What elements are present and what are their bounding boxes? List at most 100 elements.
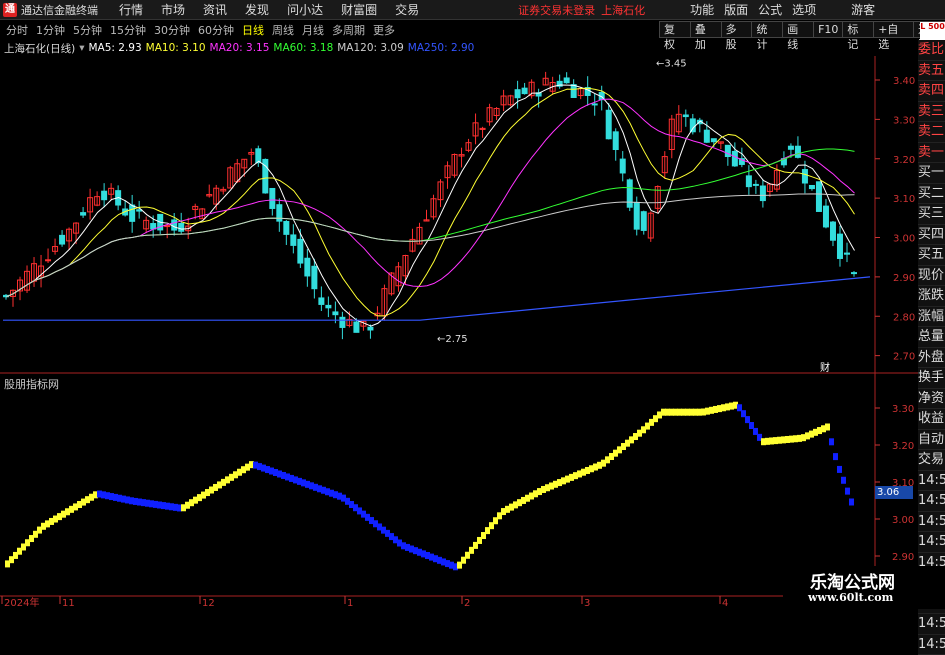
quote-row: 买一 — [918, 163, 945, 184]
indicator-step — [845, 488, 850, 495]
menu-layout[interactable]: 版面 — [724, 1, 748, 18]
toolbar-stats[interactable]: 统计 — [751, 21, 783, 38]
level2-badge[interactable]: L 500 — [920, 22, 945, 40]
candle-body — [753, 184, 758, 185]
login-notice[interactable]: 证券交易未登录 — [518, 2, 595, 18]
toolbar-overlay[interactable]: 叠加 — [690, 21, 722, 38]
candle-body — [354, 322, 359, 332]
menu-quotes[interactable]: 行情 — [119, 1, 143, 18]
candle-body — [333, 312, 338, 315]
chart-toolbar: 复权 叠加 多股 统计 画线 F10 标记 +自选 返回 — [660, 21, 945, 39]
low-price-label: ←2.75 — [437, 334, 468, 345]
candle-body — [592, 104, 597, 105]
candle-body — [711, 139, 716, 142]
indicator-step — [849, 498, 854, 505]
price-axis-label: 3.00 — [893, 234, 915, 245]
period-timeshare[interactable]: 分时 — [6, 22, 28, 38]
candle-body — [284, 221, 289, 234]
chevron-down-icon[interactable]: ▾ — [79, 42, 84, 54]
period-60min[interactable]: 60分钟 — [198, 22, 234, 38]
candle-body — [165, 226, 170, 227]
quote-row: 14:56 — [918, 512, 945, 533]
toolbar-f10[interactable]: F10 — [813, 21, 843, 38]
candle-body — [613, 132, 618, 150]
candle-body — [704, 130, 709, 142]
candle-body — [256, 149, 261, 163]
candle-body — [809, 185, 814, 188]
period-15min[interactable]: 15分钟 — [110, 22, 146, 38]
candle-body — [151, 224, 156, 229]
candle-body — [60, 235, 65, 244]
candle-body — [683, 115, 688, 117]
app-logo-icon: 通 — [3, 3, 17, 17]
candle-body — [522, 88, 527, 93]
candle-body — [746, 176, 751, 187]
date-label: 3 — [584, 598, 590, 609]
quote-row: 卖五 — [918, 61, 945, 82]
candle-body — [606, 110, 611, 138]
date-label: 12 — [202, 598, 215, 609]
toolbar-mark[interactable]: 标记 — [842, 21, 874, 38]
menu-trade[interactable]: 交易 — [395, 1, 419, 18]
candle-body — [564, 78, 569, 83]
candle-body — [851, 273, 856, 274]
price-axis-label: 2.90 — [893, 273, 915, 284]
candle-body — [319, 298, 324, 304]
indicator-axis-label: 3.30 — [892, 404, 914, 415]
candle-body — [515, 90, 520, 98]
quote-row: 卖四 — [918, 81, 945, 102]
menu-bar: 通 通达信金融终端 行情 市场 资讯 发现 问小达 财富圈 交易 证券交易未登录… — [0, 0, 945, 20]
candle-body — [298, 239, 303, 263]
period-multi[interactable]: 多周期 — [332, 22, 365, 38]
menu-formula[interactable]: 公式 — [758, 1, 782, 18]
period-30min[interactable]: 30分钟 — [154, 22, 190, 38]
candle-body — [627, 180, 632, 207]
current-value-tag: 3.06 — [875, 486, 913, 499]
menu-market[interactable]: 市场 — [161, 1, 185, 18]
toolbar-adjust[interactable]: 复权 — [659, 21, 691, 38]
candle-body — [795, 146, 800, 157]
menu-ask[interactable]: 问小达 — [287, 1, 323, 18]
guest-button[interactable]: 游客 — [851, 1, 875, 18]
indicator-step — [841, 477, 846, 484]
high-price-label: ←3.45 — [656, 58, 687, 69]
toolbar-draw[interactable]: 画线 — [782, 21, 814, 38]
candle-body — [571, 85, 576, 98]
candle-body — [830, 222, 835, 240]
candle-body — [326, 305, 331, 307]
candle-body — [816, 182, 821, 212]
indicator-step — [833, 453, 838, 460]
period-monthly[interactable]: 月线 — [302, 22, 324, 38]
period-weekly[interactable]: 周线 — [272, 22, 294, 38]
candle-body — [837, 234, 842, 258]
menu-function[interactable]: 功能 — [690, 1, 714, 18]
period-5min[interactable]: 5分钟 — [73, 22, 102, 38]
watermark-url: www.60lt.com — [808, 591, 893, 604]
period-1min[interactable]: 1分钟 — [36, 22, 65, 38]
app-title: 通达信金融终端 — [21, 2, 98, 18]
ma60-label: MA60: 3.18 — [273, 42, 333, 54]
quote-row: 外盘 — [918, 348, 945, 369]
price-axis-label: 3.10 — [893, 194, 915, 205]
candle-body — [844, 253, 849, 254]
menu-news[interactable]: 资讯 — [203, 1, 227, 18]
candle-body — [760, 186, 765, 201]
ma120-label: MA120: 3.09 — [337, 42, 404, 54]
toolbar-multi[interactable]: 多股 — [721, 21, 753, 38]
quote-row: 卖三 — [918, 102, 945, 123]
menu-discover[interactable]: 发现 — [245, 1, 269, 18]
toolbar-add-watch[interactable]: +自选 — [873, 21, 914, 38]
candle-body — [130, 205, 135, 221]
menu-options[interactable]: 选项 — [792, 1, 816, 18]
candle-body — [732, 151, 737, 165]
menu-wealth[interactable]: 财富圈 — [341, 1, 377, 18]
kline-chart[interactable]: 3.403.303.203.103.002.902.802.703.303.20… — [0, 56, 918, 609]
quote-row: 买三 — [918, 204, 945, 225]
period-daily[interactable]: 日线 — [242, 22, 264, 38]
quote-row: 14:56 — [918, 491, 945, 512]
period-more[interactable]: 更多 — [373, 22, 395, 38]
candle-body — [634, 202, 639, 229]
quote-row: 买五 — [918, 245, 945, 266]
indicator-step — [837, 466, 842, 473]
candle-body — [305, 258, 310, 276]
